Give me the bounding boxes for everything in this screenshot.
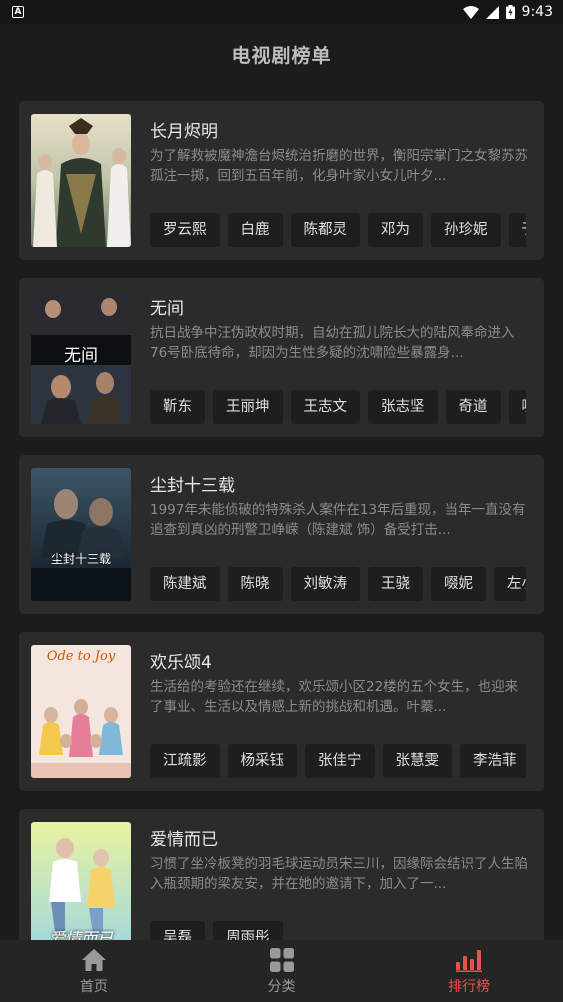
cast-tags: 江疏影 杨采钰 张佳宁 张慧雯 李浩菲 [150, 744, 526, 778]
nav-ranking-label: 排行榜 [448, 978, 491, 995]
cast-tag[interactable]: 杨采钰 [227, 744, 297, 778]
home-icon [81, 947, 107, 973]
cast-tags: 靳东 王丽坤 王志文 张志坚 奇道 啜 [150, 390, 526, 424]
drama-title: 欢乐颂4 [150, 653, 212, 673]
wifi-icon [462, 5, 479, 19]
cast-tag[interactable]: 王丽坤 [213, 390, 283, 424]
cast-tag[interactable]: 白鹿 [227, 213, 283, 247]
drama-description: 1997年未能侦破的特殊杀人案件在13年后重现，当年一直没有追查到真凶的刑警卫峥… [150, 502, 526, 538]
drama-title: 尘封十三载 [150, 476, 235, 496]
nav-home[interactable]: 首页 [0, 940, 188, 1002]
drama-card[interactable]: 尘封十三载 尘封十三载 1997年未能侦破的特殊杀人案件在13年后重现，当年一直… [19, 455, 544, 614]
drama-card[interactable]: 无间 无间 抗日战争中汪伪政权时期，自幼在孤儿院长大的陆风奉命进入76号卧底待命… [19, 278, 544, 437]
cast-tags: 罗云熙 白鹿 陈都灵 邓为 孙珍妮 于 [150, 213, 526, 247]
ranking-list[interactable]: 长月烬明 为了解救被魔神澹台烬统治折磨的世界，衡阳宗掌门之女黎苏苏孤注一掷，回到… [0, 84, 563, 940]
cast-tag[interactable]: 陈建斌 [150, 567, 220, 601]
cast-tag[interactable]: 啜 [508, 390, 526, 424]
poster-text: 爱情而已 [48, 929, 113, 940]
drama-description: 为了解救被魔神澹台烬统治折磨的世界，衡阳宗掌门之女黎苏苏孤注一掷，回到五百年前，… [150, 148, 528, 184]
nav-ranking[interactable]: 排行榜 [375, 940, 563, 1002]
cast-tag[interactable]: 王骁 [368, 567, 423, 601]
drama-description: 习惯了坐冷板凳的羽毛球运动员宋三川，因缘际会结识了人生陷入瓶颈期的梁友安，并在她… [150, 856, 528, 892]
app-notification-icon: A [12, 6, 24, 18]
cast-tag[interactable]: 李浩菲 [460, 744, 526, 778]
cast-tag[interactable]: 张慧雯 [382, 744, 452, 778]
poster-text: 无间 [64, 346, 98, 366]
cast-tag[interactable]: 王志文 [290, 390, 360, 424]
cast-tags: 吴磊 周雨彤 [150, 921, 526, 940]
poster-image[interactable]: 无间 [31, 291, 131, 424]
poster-text: Ode to Joy [46, 649, 116, 664]
grid-icon [269, 947, 294, 973]
nav-category[interactable]: 分类 [188, 940, 376, 1002]
poster-image[interactable]: 爱情而已 [31, 822, 131, 940]
cast-tag[interactable]: 孙珍妮 [431, 213, 501, 247]
page-title: 电视剧榜单 [231, 44, 332, 67]
drama-title: 爱情而已 [150, 830, 218, 850]
nav-category-label: 分类 [267, 978, 296, 995]
cast-tags: 陈建斌 陈晓 刘敏涛 王骁 啜妮 左小 [150, 567, 526, 601]
battery-icon [505, 5, 515, 19]
bar-chart-icon [456, 947, 483, 973]
cast-tag[interactable]: 啜妮 [431, 567, 486, 601]
nav-home-label: 首页 [79, 978, 108, 995]
cast-tag[interactable]: 张佳宁 [305, 744, 375, 778]
cast-tag[interactable]: 于 [508, 213, 526, 247]
cast-tag[interactable]: 周雨彤 [213, 921, 283, 940]
drama-title: 长月烬明 [150, 122, 218, 142]
status-bar: A 9:43 [0, 0, 563, 24]
cast-tag[interactable]: 吴磊 [150, 921, 205, 940]
cast-tag[interactable]: 左小 [494, 567, 526, 601]
poster-image[interactable]: 尘封十三载 [31, 468, 131, 601]
poster-image[interactable]: Ode to Joy [31, 645, 131, 778]
cast-tag[interactable]: 奇道 [445, 390, 501, 424]
drama-card[interactable]: Ode to Joy 欢乐颂4 生活给的考验还在继续，欢乐颂小区22楼的五个女生… [19, 632, 544, 791]
drama-title: 无间 [150, 299, 184, 319]
cast-tag[interactable]: 刘敏涛 [290, 567, 360, 601]
cast-tag[interactable]: 陈晓 [227, 567, 283, 601]
clock: 9:43 [521, 4, 553, 20]
drama-description: 抗日战争中汪伪政权时期，自幼在孤儿院长大的陆风奉命进入76号卧底待命，却因为生性… [150, 325, 515, 361]
cast-tag[interactable]: 邓为 [368, 213, 423, 247]
signal-icon [485, 5, 499, 19]
bottom-nav: 首页 分类 排行榜 [0, 940, 563, 1002]
poster-text: 尘封十三载 [50, 552, 111, 566]
drama-card[interactable]: 爱情而已 爱情而已 习惯了坐冷板凳的羽毛球运动员宋三川，因缘际会结识了人生陷入瓶… [19, 809, 544, 940]
cast-tag[interactable]: 江疏影 [150, 744, 220, 778]
cast-tag[interactable]: 罗云熙 [150, 213, 220, 247]
poster-image[interactable] [31, 114, 131, 247]
header: 电视剧榜单 [0, 24, 563, 84]
drama-card[interactable]: 长月烬明 为了解救被魔神澹台烬统治折磨的世界，衡阳宗掌门之女黎苏苏孤注一掷，回到… [19, 101, 544, 260]
drama-description: 生活给的考验还在继续，欢乐颂小区22楼的五个女生，也迎来了事业、生活以及情感上新… [150, 679, 519, 715]
cast-tag[interactable]: 靳东 [150, 390, 205, 424]
cast-tag[interactable]: 陈都灵 [290, 213, 360, 247]
cast-tag[interactable]: 张志坚 [368, 390, 438, 424]
